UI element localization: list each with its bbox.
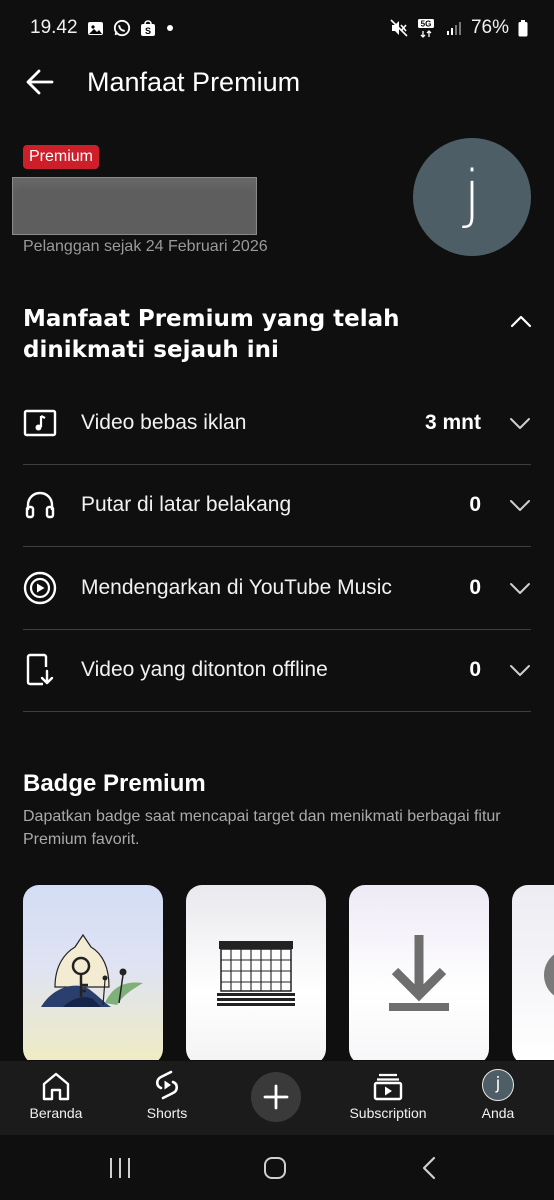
badge-section-description: Dapatkan badge saat mencapai target dan … — [23, 808, 501, 848]
create-button[interactable] — [251, 1072, 301, 1122]
benefits-header: Manfaat Premium yang telah dinikmati sej… — [23, 304, 533, 366]
premium-badge: Premium — [23, 145, 100, 169]
badge-card-key[interactable] — [23, 885, 163, 1060]
back-system-icon — [422, 1156, 436, 1180]
battery-percent: 76% — [470, 17, 509, 38]
redacted-username — [12, 177, 257, 235]
subscriptions-icon — [372, 1061, 404, 1101]
svg-text:S: S — [145, 26, 151, 36]
benefit-label: Putar di latar belakang — [81, 493, 292, 517]
chevron-down-icon — [509, 412, 531, 434]
chevron-down-icon — [509, 659, 531, 681]
nav-label: Beranda — [29, 1105, 83, 1121]
nav-you[interactable]: j Anda — [470, 1061, 526, 1135]
benefit-label: Video yang ditonton offline — [81, 658, 328, 682]
system-nav-bar — [0, 1135, 554, 1200]
avatar: j — [482, 1069, 514, 1101]
nav-label: Shorts — [146, 1105, 188, 1121]
chevron-down-icon — [509, 494, 531, 516]
benefit-value: 0 — [469, 658, 481, 682]
ad-free-video-icon — [23, 406, 57, 440]
badge-card-partial[interactable] — [512, 885, 554, 1060]
mute-icon — [390, 19, 408, 37]
status-bar: 19.42 S 5G 76% — [0, 0, 554, 56]
chevron-up-icon — [510, 315, 532, 328]
benefit-label: Video bebas iklan — [81, 410, 247, 434]
back-system-button[interactable] — [400, 1151, 460, 1185]
member-since-text: Pelanggan sejak 24 Februari 2026 — [23, 238, 268, 255]
youtube-music-icon — [23, 571, 57, 605]
app-header: Manfaat Premium — [0, 56, 554, 108]
partial-badge-illustration — [544, 954, 554, 996]
badge-card-download[interactable] — [349, 885, 489, 1060]
recents-icon — [110, 1158, 130, 1178]
status-right: 5G 76% — [390, 17, 528, 39]
home-system-button[interactable] — [245, 1151, 305, 1185]
status-time: 19.42 — [30, 17, 78, 38]
offline-download-icon — [23, 653, 57, 687]
5g-icon: 5G — [417, 18, 437, 38]
arrow-left-icon — [26, 69, 54, 95]
shorts-icon — [153, 1061, 181, 1101]
page-title: Manfaat Premium — [87, 66, 301, 97]
nav-avatar-wrap: j — [482, 1061, 514, 1101]
benefit-label: Mendengarkan di YouTube Music — [81, 575, 392, 599]
headphones-icon — [23, 488, 57, 522]
shopee-icon: S — [140, 19, 156, 37]
benefits-title: Manfaat Premium yang telah dinikmati sej… — [23, 306, 400, 363]
benefit-value: 0 — [469, 575, 481, 599]
nav-home[interactable]: Beranda — [25, 1061, 87, 1135]
badge-section-title: Badge Premium — [23, 770, 206, 797]
benefit-value: 3 mnt — [424, 410, 481, 434]
benefit-row-youtube-music[interactable]: Mendengarkan di YouTube Music 0 — [23, 547, 531, 630]
nav-label: Subscription — [349, 1105, 427, 1121]
plus-icon — [263, 1084, 289, 1110]
benefit-list: Video bebas iklan 3 mnt Putar di latar b… — [23, 382, 531, 712]
status-left: 19.42 S — [30, 17, 175, 39]
gallery-icon — [87, 20, 104, 37]
benefit-row-background-play[interactable]: Putar di latar belakang 0 — [23, 465, 531, 547]
calendar-badge-illustration — [217, 941, 295, 1006]
whatsapp-icon — [113, 19, 131, 37]
profile-avatar[interactable]: j — [413, 138, 531, 256]
nav-subscriptions[interactable]: Subscription — [343, 1061, 433, 1135]
nav-label: Anda — [481, 1105, 515, 1121]
badge-carousel[interactable] — [23, 885, 554, 1060]
benefit-row-offline[interactable]: Video yang ditonton offline 0 — [23, 630, 531, 712]
collapse-button[interactable] — [493, 302, 533, 342]
badge-card-calendar[interactable] — [186, 885, 326, 1060]
benefit-value: 0 — [469, 493, 481, 517]
recents-button[interactable] — [90, 1151, 150, 1185]
download-badge-illustration — [389, 935, 449, 1011]
chevron-down-icon — [509, 577, 531, 599]
key-badge-illustration — [41, 933, 143, 1007]
home-system-icon — [264, 1157, 286, 1179]
benefit-row-ad-free[interactable]: Video bebas iklan 3 mnt — [23, 382, 531, 465]
battery-icon — [518, 19, 528, 37]
network-label: 5G — [421, 20, 432, 29]
home-icon — [40, 1061, 72, 1101]
bottom-nav: Beranda Shorts Subscription j Anda — [0, 1061, 554, 1135]
back-button[interactable] — [0, 56, 80, 108]
dot-icon — [165, 23, 175, 33]
nav-shorts[interactable]: Shorts — [136, 1061, 198, 1135]
signal-icon — [446, 20, 462, 36]
